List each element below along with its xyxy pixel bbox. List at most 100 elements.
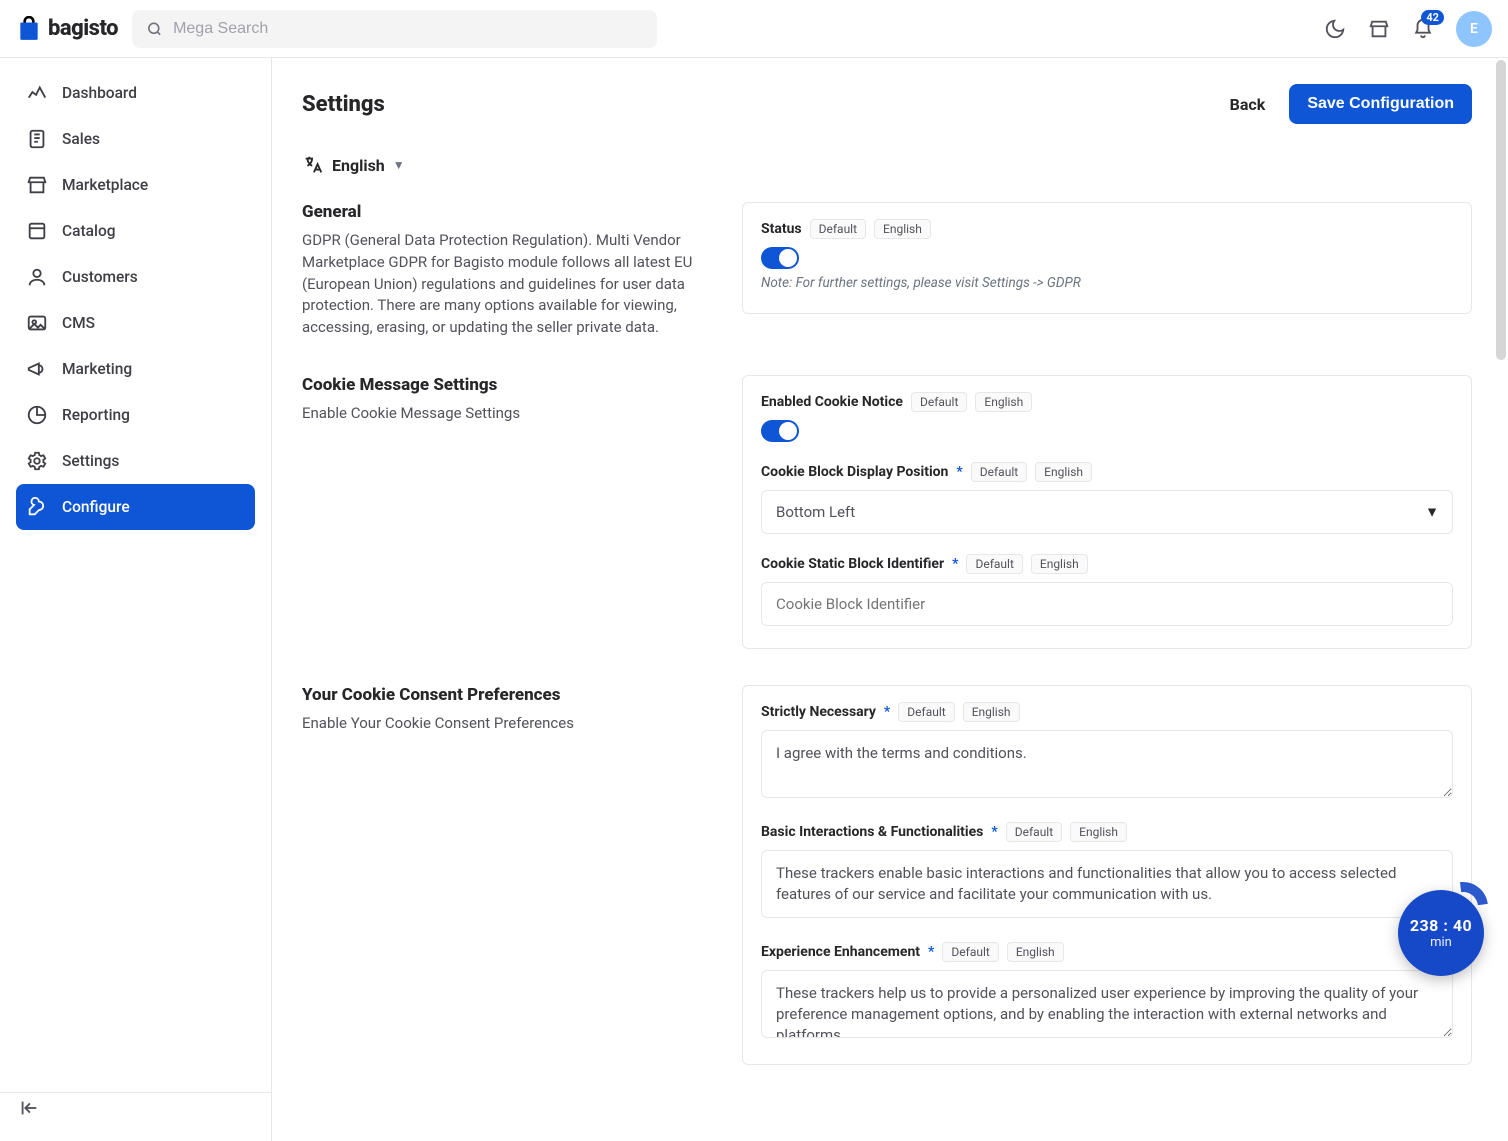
sidebar-item-settings[interactable]: Settings: [16, 438, 255, 484]
timer-widget[interactable]: 238 : 40 min: [1398, 890, 1484, 976]
status-toggle[interactable]: [761, 247, 799, 269]
avatar-initial: E: [1470, 21, 1478, 37]
cookie-notice-toggle[interactable]: [761, 420, 799, 442]
cookie-position-label: Cookie Block Display Position: [761, 464, 948, 480]
sidebar-item-label: Sales: [62, 130, 100, 148]
sidebar-item-label: Dashboard: [62, 84, 137, 102]
store-icon: [1368, 18, 1390, 40]
sales-icon: [26, 128, 48, 150]
dark-mode-toggle[interactable]: [1324, 18, 1346, 40]
consent-card: Strictly Necessary * Default English Bas…: [742, 685, 1472, 1065]
section-general: General GDPR (General Data Protection Re…: [302, 202, 1472, 339]
marketing-icon: [26, 358, 48, 380]
sidebar-item-catalog[interactable]: Catalog: [16, 208, 255, 254]
reporting-icon: [26, 404, 48, 426]
page-title: Settings: [302, 92, 385, 117]
scope-chip-default: Default: [898, 702, 954, 722]
sidebar-item-label: Marketing: [62, 360, 132, 378]
search-container: [132, 10, 657, 48]
search-icon: [146, 20, 163, 38]
required-asterisk: *: [952, 556, 958, 572]
cookie-identifier-input[interactable]: [761, 582, 1453, 626]
exp-label: Experience Enhancement: [761, 944, 920, 960]
chevron-down-icon: ▼: [393, 158, 405, 172]
section-consent: Your Cookie Consent Preferences Enable Y…: [302, 685, 1472, 1065]
sidebar-item-customers[interactable]: Customers: [16, 254, 255, 300]
scope-chip-english: English: [1031, 554, 1088, 574]
scope-chip-default: Default: [942, 942, 998, 962]
search-input[interactable]: [173, 20, 643, 38]
strict-textarea[interactable]: [761, 730, 1453, 798]
back-link[interactable]: Back: [1230, 95, 1266, 114]
notification-count: 42: [1421, 10, 1444, 25]
section-title: General: [302, 202, 722, 222]
scope-chip-english: English: [874, 219, 931, 239]
page-actions: Back Save Configuration: [1230, 84, 1472, 124]
status-label: Status: [761, 221, 802, 237]
sidebar-item-dashboard[interactable]: Dashboard: [16, 70, 255, 116]
status-note: Note: For further settings, please visit…: [761, 275, 1453, 291]
scope-chip-english: English: [1035, 462, 1092, 482]
sidebar-item-configure[interactable]: Configure: [16, 484, 255, 530]
main-content: Settings Back Save Configuration English…: [272, 58, 1502, 1141]
collapse-sidebar-button[interactable]: [18, 1097, 40, 1123]
translate-icon: [302, 154, 324, 176]
section-description: Enable Cookie Message Settings: [302, 403, 722, 425]
basic-textarea[interactable]: [761, 850, 1453, 918]
sidebar-item-reporting[interactable]: Reporting: [16, 392, 255, 438]
basic-label: Basic Interactions & Functionalities: [761, 824, 983, 840]
scope-chip-default: Default: [1006, 822, 1062, 842]
section-cookie: Cookie Message Settings Enable Cookie Me…: [302, 375, 1472, 649]
strict-label: Strictly Necessary: [761, 704, 876, 720]
sidebar-item-marketplace[interactable]: Marketplace: [16, 162, 255, 208]
scope-chip-default: Default: [911, 392, 967, 412]
search-box[interactable]: [132, 10, 657, 48]
scope-chip-english: English: [975, 392, 1032, 412]
bag-icon: [16, 16, 42, 42]
sidebar-item-label: Configure: [62, 498, 130, 516]
brand-logo[interactable]: bagisto: [16, 16, 118, 42]
section-cookie-info: Cookie Message Settings Enable Cookie Me…: [302, 375, 722, 649]
scope-chip-default: Default: [966, 554, 1022, 574]
catalog-icon: [26, 220, 48, 242]
section-general-info: General GDPR (General Data Protection Re…: [302, 202, 722, 339]
cookie-position-value: Bottom Left: [761, 490, 1453, 534]
scope-chip-english: English: [1070, 822, 1127, 842]
sidebar-item-label: Customers: [62, 268, 138, 286]
sidebar-item-sales[interactable]: Sales: [16, 116, 255, 162]
section-title: Your Cookie Consent Preferences: [302, 685, 722, 705]
sidebar-item-marketing[interactable]: Marketing: [16, 346, 255, 392]
enabled-cookie-label: Enabled Cookie Notice: [761, 394, 903, 410]
general-card: Status Default English Note: For further…: [742, 202, 1472, 314]
sidebar-item-label: Settings: [62, 452, 119, 470]
dashboard-icon: [26, 82, 48, 104]
cms-icon: [26, 312, 48, 334]
sidebar-item-cms[interactable]: CMS: [16, 300, 255, 346]
sidebar-item-label: CMS: [62, 314, 95, 332]
scrollbar[interactable]: [1496, 60, 1506, 360]
moon-icon: [1324, 18, 1346, 40]
top-actions: 42 E: [1324, 11, 1492, 47]
timer-unit: min: [1430, 935, 1452, 950]
section-description: Enable Your Cookie Consent Preferences: [302, 713, 722, 735]
language-label: English: [332, 156, 385, 175]
language-switcher[interactable]: English ▼: [302, 154, 405, 176]
required-asterisk: *: [991, 824, 997, 840]
store-switcher[interactable]: [1368, 18, 1390, 40]
save-button[interactable]: Save Configuration: [1289, 84, 1472, 124]
sidebar-item-label: Catalog: [62, 222, 116, 240]
collapse-icon: [18, 1097, 40, 1119]
sidebar-item-label: Marketplace: [62, 176, 148, 194]
scope-chip-default: Default: [810, 219, 866, 239]
exp-textarea[interactable]: [761, 970, 1453, 1038]
settings-icon: [26, 450, 48, 472]
sidebar: Dashboard Sales Marketplace Catalog Cust…: [0, 58, 272, 1141]
section-description: GDPR (General Data Protection Regulation…: [302, 230, 722, 339]
avatar[interactable]: E: [1456, 11, 1492, 47]
cookie-position-select[interactable]: Bottom Left ▼: [761, 490, 1453, 534]
scope-chip-english: English: [963, 702, 1020, 722]
section-title: Cookie Message Settings: [302, 375, 722, 395]
scope-chip-default: Default: [971, 462, 1027, 482]
section-consent-info: Your Cookie Consent Preferences Enable Y…: [302, 685, 722, 1065]
notifications-button[interactable]: 42: [1412, 18, 1434, 40]
